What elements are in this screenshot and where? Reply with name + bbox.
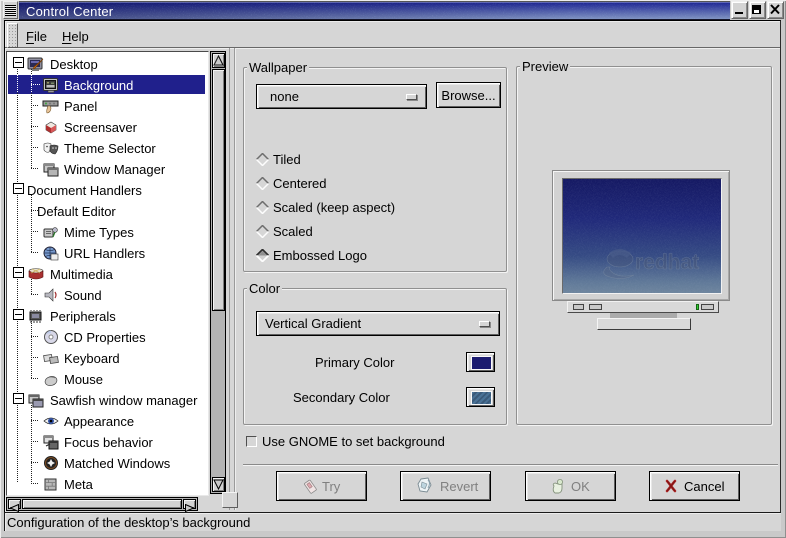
- svg-text:redhat: redhat: [635, 251, 699, 274]
